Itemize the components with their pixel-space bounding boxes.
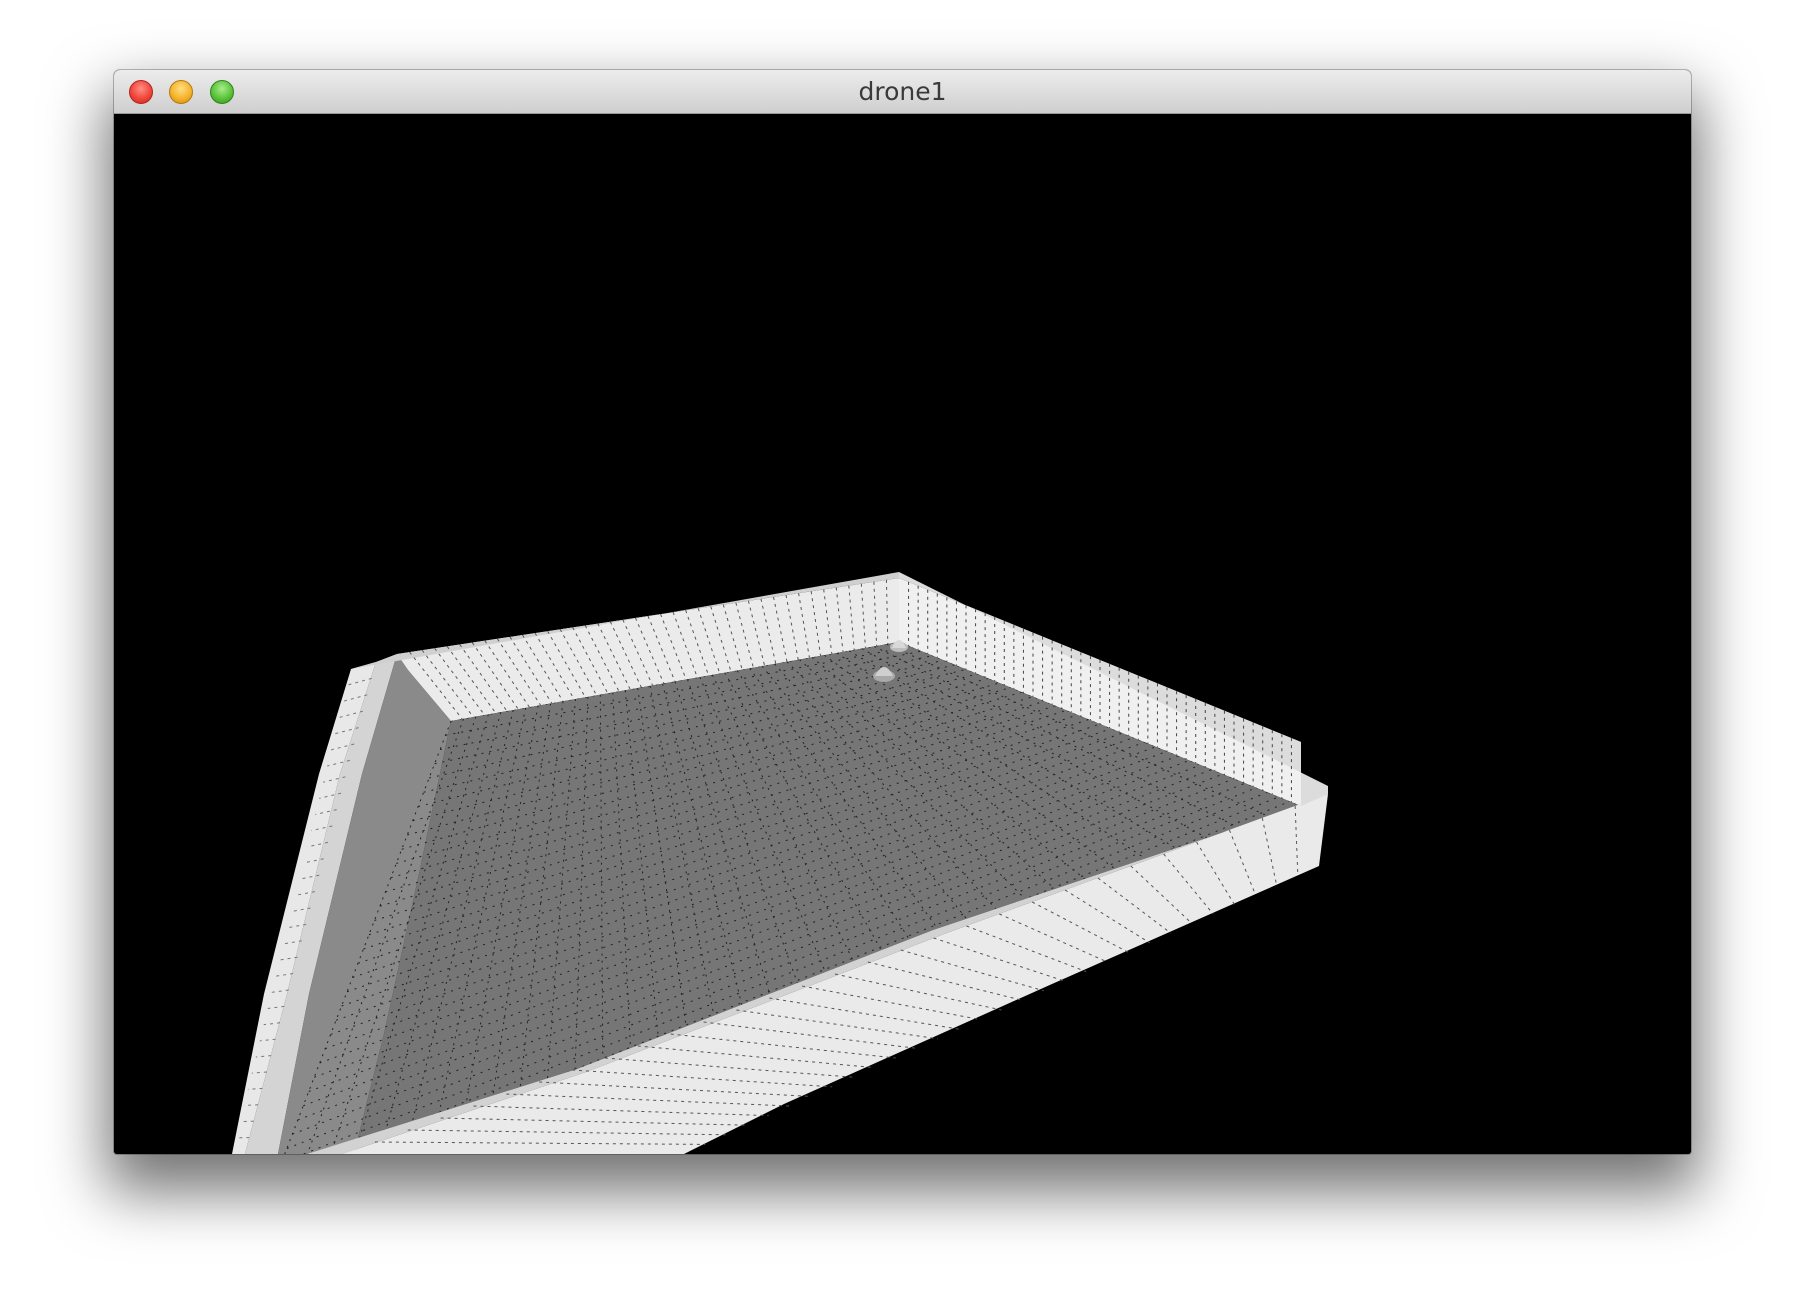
3d-viewport[interactable] [114, 114, 1691, 1154]
scene-canvas[interactable] [114, 114, 1691, 1154]
title-bar[interactable]: drone1 [114, 70, 1691, 114]
window-title: drone1 [858, 77, 947, 106]
app-window: drone1 [114, 70, 1691, 1154]
